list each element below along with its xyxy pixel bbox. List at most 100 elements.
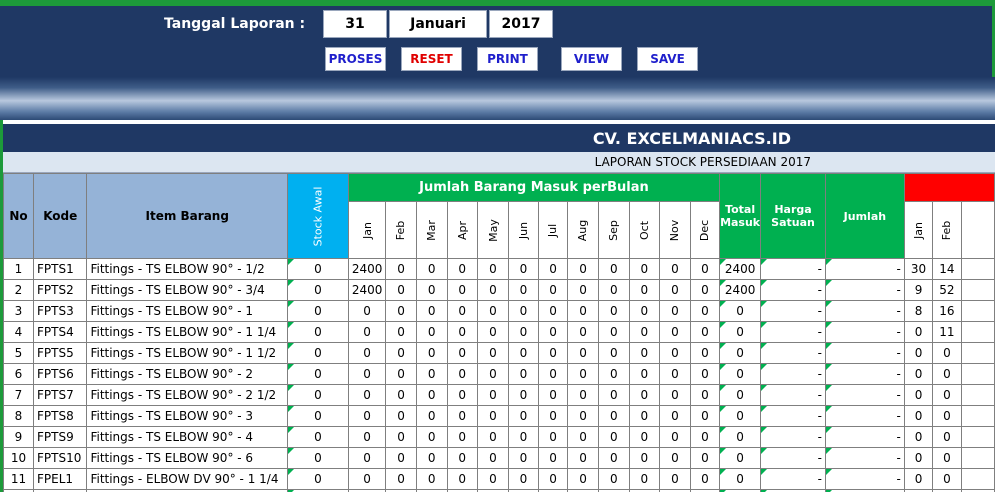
cell-stock-awal[interactable]: 0 — [287, 321, 349, 343]
cell-masuk-month[interactable]: 0 — [537, 468, 569, 490]
cell-masuk-month[interactable]: 0 — [689, 384, 721, 406]
cell-masuk-month[interactable]: 0 — [537, 426, 569, 448]
cell-keluar-month[interactable]: 16 — [932, 300, 962, 322]
cell-harga-satuan[interactable]: - — [760, 342, 826, 364]
cell-masuk-month[interactable]: 0 — [628, 405, 661, 427]
cell-masuk-month[interactable]: 0 — [628, 279, 661, 301]
cell-masuk-month[interactable]: 0 — [347, 300, 387, 322]
cell-total-masuk[interactable]: 0 — [719, 468, 762, 490]
cell-masuk-month[interactable]: 0 — [689, 405, 721, 427]
cell-masuk-month[interactable]: 0 — [347, 468, 387, 490]
cell-keluar-month[interactable]: 0 — [903, 384, 934, 406]
cell-masuk-month[interactable]: 0 — [537, 405, 569, 427]
cell-keluar-blank[interactable] — [960, 342, 995, 364]
view-button[interactable]: VIEW — [561, 47, 622, 71]
cell-masuk-month[interactable]: 0 — [567, 447, 599, 469]
cell-harga-satuan[interactable]: - — [760, 447, 826, 469]
cell-masuk-month[interactable]: 0 — [628, 342, 661, 364]
cell-masuk-month[interactable]: 0 — [507, 342, 539, 364]
cell-masuk-month[interactable]: 0 — [597, 363, 630, 385]
cell-item[interactable]: Fittings - TS ELBOW 90° - 1/2 — [86, 258, 289, 280]
cell-masuk-month[interactable]: 0 — [567, 321, 599, 343]
cell-masuk-month[interactable]: 0 — [659, 426, 691, 448]
cell-harga-satuan[interactable]: - — [760, 384, 826, 406]
cell-masuk-month[interactable]: 0 — [689, 363, 721, 385]
cell-stock-awal[interactable]: 0 — [287, 300, 349, 322]
cell-masuk-month[interactable]: 0 — [476, 321, 509, 343]
cell-masuk-month[interactable]: 0 — [659, 300, 691, 322]
cell-masuk-month[interactable]: 0 — [476, 468, 509, 490]
cell-masuk-month[interactable]: 0 — [537, 363, 569, 385]
cell-keluar-blank[interactable] — [960, 363, 995, 385]
cell-total-masuk[interactable]: 0 — [719, 426, 762, 448]
cell-no[interactable]: 7 — [3, 384, 34, 406]
cell-masuk-month[interactable]: 0 — [597, 384, 630, 406]
cell-masuk-month[interactable]: 0 — [659, 384, 691, 406]
cell-jumlah[interactable]: - — [824, 342, 905, 364]
cell-masuk-month[interactable]: 0 — [347, 363, 387, 385]
cell-masuk-month[interactable]: 0 — [385, 426, 417, 448]
cell-harga-satuan[interactable]: - — [760, 405, 826, 427]
cell-masuk-month[interactable]: 0 — [567, 258, 599, 280]
cell-jumlah[interactable]: - — [824, 258, 905, 280]
cell-masuk-month[interactable]: 0 — [659, 363, 691, 385]
cell-masuk-month[interactable]: 0 — [597, 258, 630, 280]
cell-total-masuk[interactable]: 0 — [719, 321, 762, 343]
cell-masuk-month[interactable]: 0 — [415, 258, 448, 280]
cell-masuk-month[interactable]: 0 — [347, 405, 387, 427]
cell-masuk-month[interactable]: 0 — [507, 447, 539, 469]
cell-masuk-month[interactable]: 0 — [628, 363, 661, 385]
cell-keluar-month[interactable]: 14 — [932, 258, 962, 280]
cell-masuk-month[interactable]: 0 — [415, 300, 448, 322]
cell-masuk-month[interactable]: 0 — [347, 321, 387, 343]
cell-keluar-month[interactable]: 0 — [932, 384, 962, 406]
cell-kode[interactable]: FPTS8 — [32, 405, 88, 427]
cell-masuk-month[interactable]: 0 — [659, 405, 691, 427]
cell-jumlah[interactable]: - — [824, 468, 905, 490]
cell-keluar-month[interactable]: 9 — [903, 279, 934, 301]
cell-masuk-month[interactable]: 0 — [689, 258, 721, 280]
reset-button[interactable]: RESET — [401, 47, 462, 71]
cell-keluar-month[interactable]: 0 — [932, 468, 962, 490]
cell-no[interactable]: 10 — [3, 447, 34, 469]
cell-masuk-month[interactable]: 0 — [567, 300, 599, 322]
cell-stock-awal[interactable]: 0 — [287, 405, 349, 427]
cell-jumlah[interactable]: - — [824, 447, 905, 469]
cell-no[interactable]: 9 — [3, 426, 34, 448]
cell-masuk-month[interactable]: 0 — [567, 468, 599, 490]
cell-masuk-month[interactable]: 0 — [347, 342, 387, 364]
cell-item[interactable]: Fittings - TS ELBOW 90° - 3 — [86, 405, 289, 427]
cell-masuk-month[interactable]: 0 — [385, 321, 417, 343]
print-button[interactable]: PRINT — [477, 47, 538, 71]
cell-masuk-month[interactable]: 0 — [415, 426, 448, 448]
cell-masuk-month[interactable]: 0 — [476, 258, 509, 280]
cell-masuk-month[interactable]: 0 — [507, 258, 539, 280]
cell-item[interactable]: Fittings - TS ELBOW 90° - 4 — [86, 426, 289, 448]
cell-masuk-month[interactable]: 0 — [446, 258, 478, 280]
cell-masuk-month[interactable]: 0 — [385, 363, 417, 385]
cell-total-masuk[interactable]: 0 — [719, 342, 762, 364]
cell-masuk-month[interactable]: 0 — [446, 447, 478, 469]
cell-harga-satuan[interactable]: - — [760, 279, 826, 301]
cell-jumlah[interactable]: - — [824, 426, 905, 448]
cell-masuk-month[interactable]: 0 — [628, 447, 661, 469]
cell-harga-satuan[interactable]: - — [760, 468, 826, 490]
cell-masuk-month[interactable]: 0 — [446, 405, 478, 427]
cell-stock-awal[interactable]: 0 — [287, 468, 349, 490]
cell-masuk-month[interactable]: 0 — [537, 384, 569, 406]
cell-masuk-month[interactable]: 0 — [628, 426, 661, 448]
cell-masuk-month[interactable]: 0 — [415, 321, 448, 343]
cell-masuk-month[interactable]: 0 — [597, 447, 630, 469]
cell-masuk-month[interactable]: 0 — [476, 447, 509, 469]
cell-masuk-month[interactable]: 2400 — [347, 279, 387, 301]
cell-masuk-month[interactable]: 0 — [597, 321, 630, 343]
cell-keluar-blank[interactable] — [960, 384, 995, 406]
cell-jumlah[interactable]: - — [824, 300, 905, 322]
cell-masuk-month[interactable]: 0 — [446, 468, 478, 490]
cell-stock-awal[interactable]: 0 — [287, 342, 349, 364]
cell-total-masuk[interactable]: 0 — [719, 300, 762, 322]
cell-jumlah[interactable]: - — [824, 363, 905, 385]
cell-harga-satuan[interactable]: - — [760, 426, 826, 448]
cell-stock-awal[interactable]: 0 — [287, 384, 349, 406]
cell-masuk-month[interactable]: 0 — [597, 468, 630, 490]
